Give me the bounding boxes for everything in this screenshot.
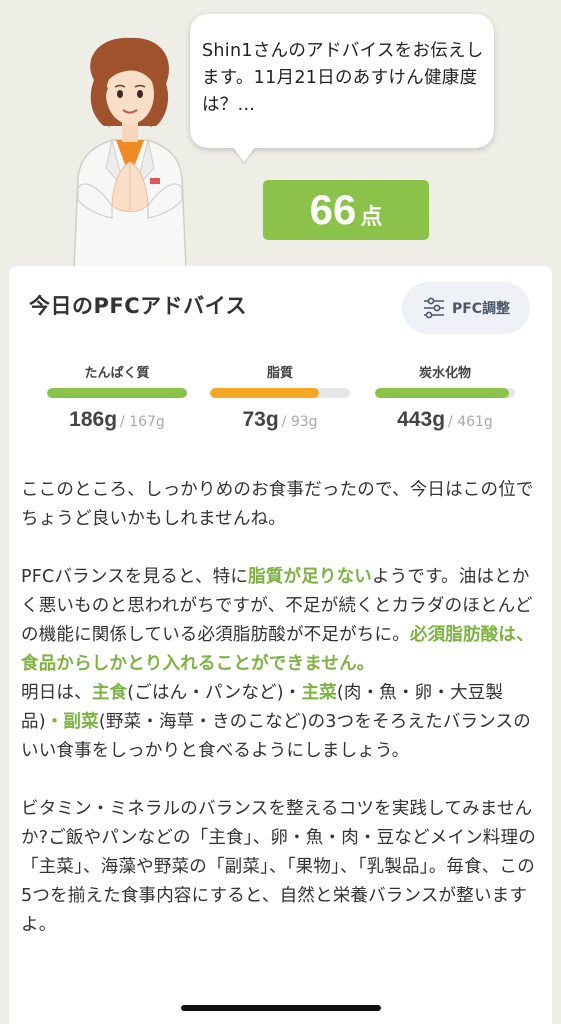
macro-name: 脂質 bbox=[266, 366, 293, 381]
macro-progress-fill bbox=[210, 388, 320, 398]
advice-paragraph-4: ビタミン・ミネラルのバランスを整えるコツを実践してみませんか?ご飯やパンなどの「… bbox=[21, 799, 536, 935]
speech-bubble-tail bbox=[232, 146, 256, 162]
advisor-character-illustration bbox=[73, 37, 187, 268]
macro-progress-bar bbox=[47, 388, 187, 398]
macro-progress-bar bbox=[210, 388, 350, 398]
macro-progress-fill bbox=[47, 388, 187, 398]
advice-paragraph-3: 明日は、主食(ごはん・パンなど)・主菜(肉・魚・卵・大豆製品)・副菜(野菜・海草… bbox=[21, 679, 543, 766]
health-score-badge: 66 点 bbox=[263, 180, 429, 240]
macro-protein: たんぱく質 186g/ 167g bbox=[47, 362, 187, 432]
text-span: PFCバランスを見ると、特に bbox=[21, 567, 249, 587]
advisor-message: Shin1さんのアドバイスをお伝えします。11月21日のあすけん健康度は？... bbox=[202, 41, 484, 115]
macro-target: / 93g bbox=[281, 414, 318, 430]
macro-carbs: 炭水化物 443g/ 461g bbox=[375, 362, 515, 432]
home-indicator[interactable] bbox=[181, 1005, 381, 1011]
advice-body: ここのところ、しっかりめのお食事だったので、今日はこの位でちょうど良いかもしれま… bbox=[21, 476, 543, 940]
macro-progress-bar bbox=[375, 388, 515, 398]
pfc-adjust-label: PFC調整 bbox=[451, 301, 511, 317]
text-span: (ごはん・パンなど)・ bbox=[127, 683, 302, 703]
sliders-icon bbox=[423, 297, 444, 319]
macro-value: 186g bbox=[69, 408, 118, 431]
health-score-value: 66 bbox=[309, 186, 357, 233]
advice-speech-bubble: Shin1さんのアドバイスをお伝えします。11月21日のあすけん健康度は？... bbox=[190, 14, 494, 148]
highlight-staple-food: 主食 bbox=[91, 683, 128, 703]
highlight-main-dish: 主菜 bbox=[301, 683, 337, 703]
macro-value: 73g bbox=[242, 408, 279, 431]
macro-name: たんぱく質 bbox=[84, 366, 150, 381]
macro-progress-fill bbox=[375, 388, 510, 398]
advice-paragraph-1: ここのところ、しっかりめのお食事だったので、今日はこの位でちょうど良いかもしれま… bbox=[21, 480, 534, 529]
pfc-advice-title: 今日のPFCアドバイス bbox=[29, 294, 248, 318]
macro-fat: 脂質 73g/ 93g bbox=[210, 362, 350, 432]
health-score-unit: 点 bbox=[360, 205, 383, 230]
advice-paragraph-2: PFCバランスを見ると、特に脂質が足りないようです。油はとかく悪いものと思われが… bbox=[21, 563, 543, 679]
advisor-header: Shin1さんのアドバイスをお伝えします。11月21日のあすけん健康度は？...… bbox=[0, 0, 561, 268]
macro-value: 443g bbox=[397, 408, 446, 431]
macro-target: / 167g bbox=[120, 414, 165, 430]
pfc-advice-card: 今日のPFCアドバイス PFC調整 たんぱく質 186g/ 167g 脂質 73… bbox=[9, 266, 552, 1024]
pfc-adjust-button[interactable]: PFC調整 bbox=[402, 282, 530, 334]
macro-target: / 461g bbox=[448, 414, 493, 430]
macro-name: 炭水化物 bbox=[418, 366, 471, 381]
highlight-fat-deficient: 脂質が足りない bbox=[248, 567, 372, 587]
highlight-side-dish: ・副菜 bbox=[45, 712, 99, 732]
text-span: 明日は、 bbox=[21, 683, 92, 703]
